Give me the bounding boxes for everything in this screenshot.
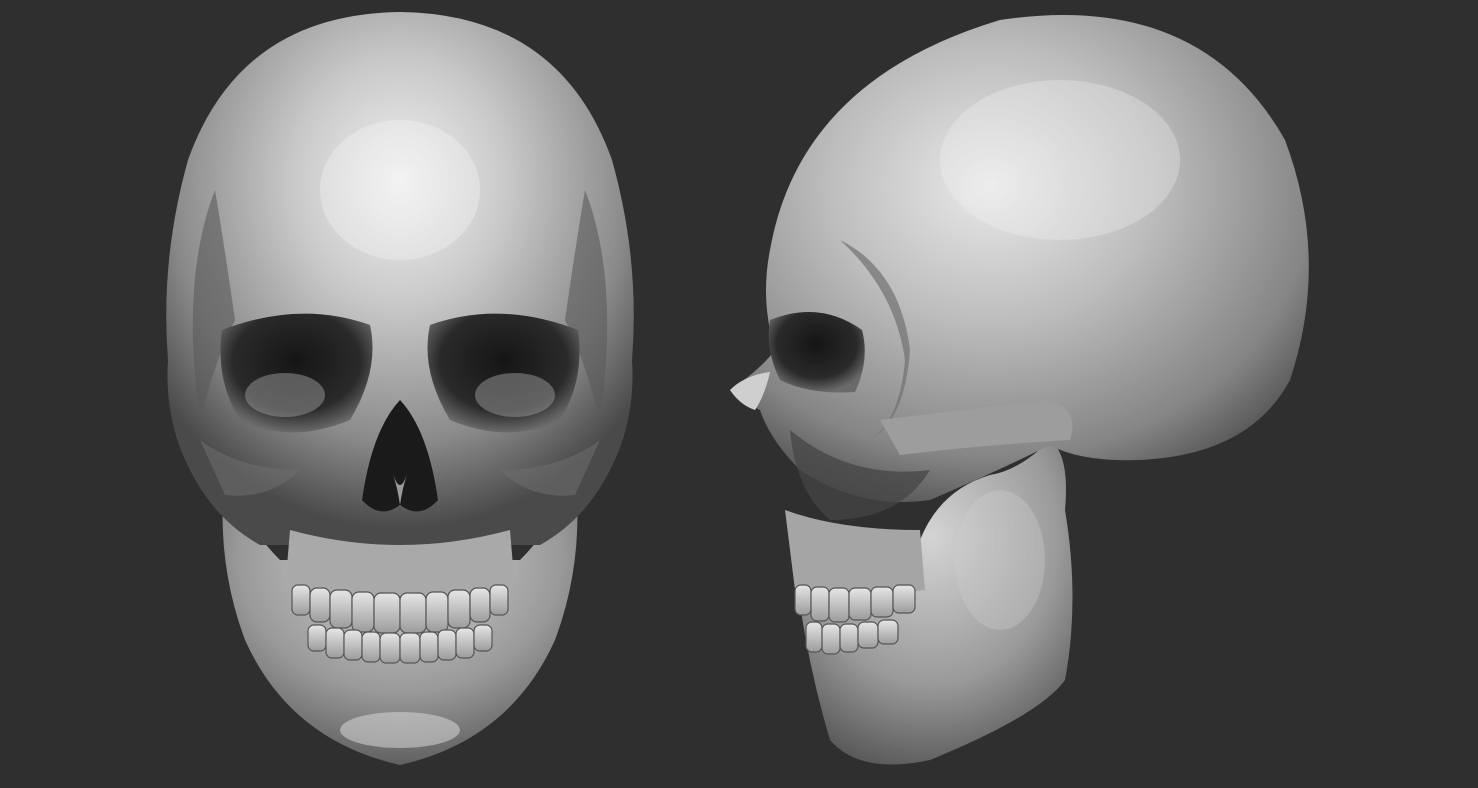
render-viewport <box>0 0 1478 788</box>
chin-highlight <box>340 712 460 748</box>
skull-front <box>166 12 634 765</box>
eye-socket-side <box>768 312 865 393</box>
cranium-highlight-side <box>940 80 1180 240</box>
socket-floor-left <box>245 373 325 417</box>
maxilla-side <box>785 510 925 595</box>
skull-render <box>166 12 1309 765</box>
ramus-highlight <box>955 490 1045 630</box>
skull-side <box>730 15 1309 765</box>
socket-floor-right <box>475 373 555 417</box>
forehead-highlight <box>320 120 480 260</box>
